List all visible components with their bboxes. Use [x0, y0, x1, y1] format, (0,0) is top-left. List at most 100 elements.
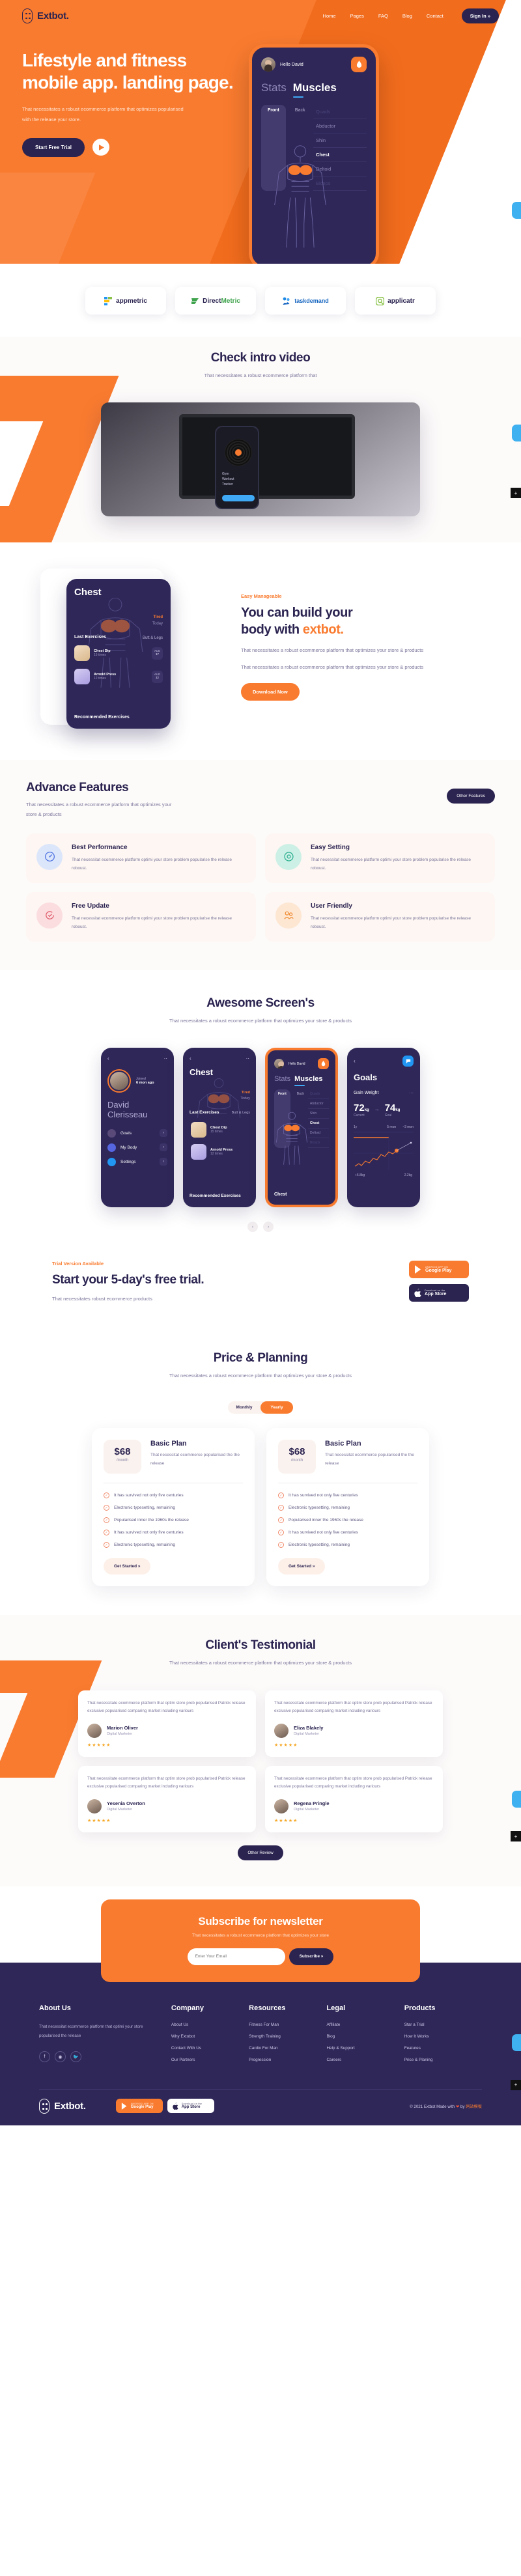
footer-link-progression[interactable]: Progression [249, 2058, 326, 2062]
brand-card-taskdemand[interactable]: taskdemand [265, 287, 346, 315]
profile-menu-goals[interactable]: Goals › [107, 1128, 167, 1138]
phone-tab-stats[interactable]: Stats [261, 81, 287, 94]
brand-card-applicatr[interactable]: applicatr [355, 287, 436, 315]
nav-item-pages[interactable]: Pages [350, 13, 364, 19]
muscle-item-abductor[interactable]: Abductor [307, 1099, 329, 1109]
billing-period-toggle[interactable]: Monthly Yearly [228, 1401, 293, 1414]
subscribe-button[interactable]: Subscribe » [289, 1948, 334, 1965]
sign-in-button[interactable]: Sign In » [461, 8, 499, 23]
start-free-trial-button[interactable]: Start Free Trial [22, 137, 85, 157]
muscles-tab-stats[interactable]: Stats [274, 1075, 290, 1083]
build-exercise-row-2[interactable]: Arnold Press 12 times AUG 12 [74, 669, 163, 685]
footer-link-why-extobot[interactable]: Why Extobot [171, 2034, 249, 2039]
back-icon[interactable]: ‹ [190, 1056, 191, 1061]
footer-google-play-button[interactable]: ANDROID APP ON Google Play [115, 2099, 163, 2114]
footer-corner-tab[interactable]: + [511, 2079, 521, 2090]
check-icon: ✓ [278, 1542, 284, 1548]
feature-card-best-performance[interactable]: Best Performance That necessitat ecommer… [26, 833, 256, 883]
twitter-icon[interactable]: 🐦 [70, 2051, 81, 2063]
chat-icon[interactable] [402, 1056, 414, 1067]
goals-more-icon[interactable]: ⋯ [409, 1091, 414, 1096]
muscle-item-abductor[interactable]: Abductor [313, 119, 367, 133]
nav-item-contact[interactable]: Contact [427, 13, 444, 19]
logo[interactable]: Extbot. [22, 8, 69, 23]
avatar [87, 1799, 102, 1813]
plan-feature: ✓ It has survived not only five centuries [278, 1530, 417, 1536]
screen-goals[interactable]: ‹ Goals Gain Weight ⋯ 72kg Current → 74k… [347, 1048, 420, 1207]
facebook-icon[interactable]: f [39, 2051, 50, 2063]
footer-link-our-partners[interactable]: Our Partners [171, 2058, 249, 2062]
nav-item-faq[interactable]: FAQ [378, 13, 388, 19]
trial-subtitle: That necessitates robust ecommerce produ… [52, 1296, 152, 1302]
screen-chest[interactable]: ‹ ·· Chest Tired Today Last Exercises But… [183, 1048, 256, 1207]
video-preview[interactable]: Gym Workout Tracker [101, 402, 420, 517]
muscle-item-quads[interactable]: Quads [307, 1089, 329, 1099]
get-started-button-2[interactable]: Get Started » [278, 1558, 326, 1575]
footer-link-help-support[interactable]: Help & Support [326, 2046, 404, 2051]
footer-link-cardio-for-man[interactable]: Cardio For Man [249, 2046, 326, 2051]
video-corner-tab[interactable]: + [511, 488, 521, 498]
goals-range-1[interactable]: 1y [354, 1125, 357, 1129]
footer-link-star-a-trial[interactable]: Star a Trial [404, 2023, 482, 2027]
muscle-item-quads[interactable]: Quads [313, 105, 367, 119]
testimonial-corner-tab[interactable]: + [511, 1831, 521, 1842]
footer-link-about-us[interactable]: About Us [171, 2023, 249, 2027]
goals-range-2[interactable]: 5 mon [387, 1125, 396, 1129]
profile-menu-settings[interactable]: Settings › [107, 1157, 167, 1166]
rating-stars: ★★★★★ [274, 1818, 298, 1823]
feature-card-free-update[interactable]: Free Update That necessitat ecommerce pl… [26, 891, 256, 942]
footer-link-careers[interactable]: Careers [326, 2058, 404, 2062]
footer-link-fitness-for-man[interactable]: Fitness For Man [249, 2023, 326, 2027]
footer-logo[interactable]: Extbot. [39, 2098, 86, 2114]
footer-link-how-it-works[interactable]: How It Works [404, 2034, 482, 2039]
flame-icon[interactable] [351, 57, 367, 72]
footer-side-tab[interactable] [512, 2034, 521, 2051]
carousel-next-button[interactable]: › [263, 1222, 274, 1232]
footer-link-affiliate[interactable]: Affiliate [326, 2023, 404, 2027]
carousel-prev-button[interactable]: ‹ [247, 1222, 258, 1232]
footer-link-blog[interactable]: Blog [326, 2034, 404, 2039]
brand-card-directmetric[interactable]: DirectMetric [175, 287, 256, 315]
phone-tab-muscles[interactable]: Muscles [292, 81, 337, 98]
more-icon[interactable]: ·· [246, 1056, 249, 1061]
instagram-icon[interactable]: ◉ [55, 2051, 66, 2063]
profile-menu-mybody[interactable]: My Body › [107, 1143, 167, 1152]
video-side-tab[interactable] [512, 425, 521, 441]
footer-app-store-button[interactable]: Download on the App Store [167, 2099, 214, 2114]
brand-card-appmetric[interactable]: appmetric [85, 287, 166, 315]
google-play-button[interactable]: ANDROID APP ON Google Play [409, 1261, 469, 1279]
testimonial-side-tab[interactable] [512, 1791, 521, 1808]
pricing-section: Price & Planning That necessitates a rob… [0, 1328, 521, 1616]
play-video-button[interactable] [92, 139, 110, 156]
build-exercise-row-1[interactable]: Chest Dip 15 times AUG 17 [74, 645, 163, 662]
footer-link-features[interactable]: Features [404, 2046, 482, 2051]
toggle-monthly[interactable]: Monthly [228, 1405, 260, 1410]
screen-profile[interactable]: ‹ ·· Joined 6 mon ago David Clerisseau G… [101, 1048, 174, 1207]
chest-exercise-2[interactable]: Arnold Press 12 times [191, 1144, 251, 1160]
back-icon[interactable]: ‹ [354, 1058, 356, 1064]
newsletter-email-input[interactable] [187, 1948, 285, 1965]
goals-range-3[interactable]: ~3 mon [402, 1125, 414, 1129]
toggle-yearly[interactable]: Yearly [260, 1405, 293, 1410]
feature-card-easy-setting[interactable]: Easy Setting That necessitat ecommerce p… [265, 833, 495, 883]
more-icon[interactable]: ·· [164, 1056, 167, 1061]
nav-item-home[interactable]: Home [323, 13, 336, 19]
back-icon[interactable]: ‹ [107, 1056, 109, 1061]
footer-link-price-planing[interactable]: Price & Planing [404, 2058, 482, 2062]
feature-card-user-friendly[interactable]: User Friendly That necessitat ecommerce … [265, 891, 495, 942]
screen-muscles[interactable]: Hello David Stats Muscles Front Back Qua [265, 1048, 338, 1207]
nav-item-blog[interactable]: Blog [402, 13, 412, 19]
other-features-button[interactable]: Other Features [447, 789, 495, 804]
other-review-button[interactable]: Other Review [238, 1845, 283, 1860]
get-started-button-1[interactable]: Get Started » [104, 1558, 151, 1575]
footer-about-heading: About Us [39, 2004, 71, 2012]
footer-link-strength-training[interactable]: Strength Training [249, 2034, 326, 2039]
muscles-tab-muscles[interactable]: Muscles [294, 1075, 323, 1086]
chest-exercise-1[interactable]: Chest Dip 15 times [191, 1122, 251, 1138]
flame-icon[interactable] [318, 1058, 329, 1069]
price-badge-2: $68 /month [278, 1440, 316, 1474]
footer-link-contact-with-us[interactable]: Contact With Us [171, 2046, 249, 2051]
app-store-button[interactable]: Download on the App Store [409, 1284, 469, 1302]
download-now-button[interactable]: Download Now [241, 682, 300, 701]
video-phone-cta [222, 495, 255, 502]
